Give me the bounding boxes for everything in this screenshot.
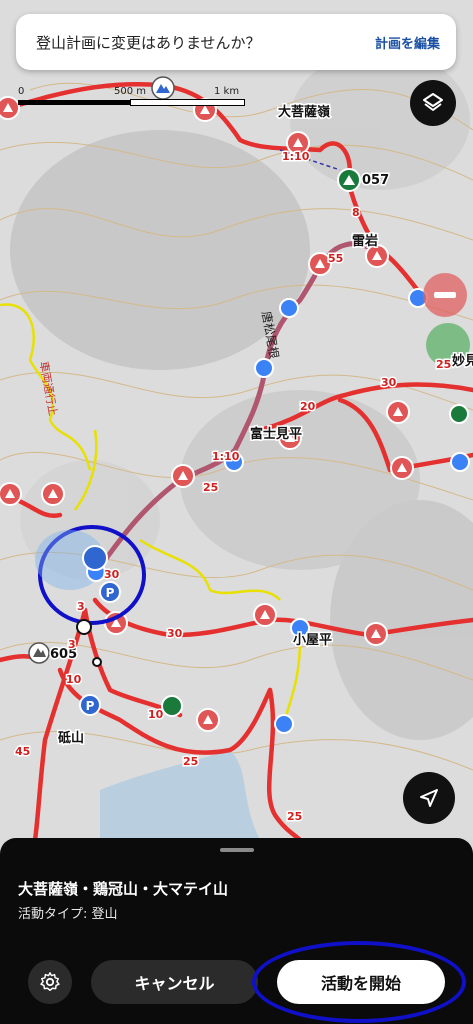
route-time-label: 30 bbox=[104, 568, 120, 581]
sheet-drag-handle[interactable] bbox=[220, 848, 254, 852]
layers-icon bbox=[423, 93, 443, 111]
scale-mid: 500 m bbox=[114, 86, 147, 97]
route-time-label: 25 bbox=[436, 358, 451, 371]
hut-icon[interactable] bbox=[254, 358, 274, 378]
locate-button[interactable] bbox=[403, 772, 455, 824]
route-time-label: 30 bbox=[381, 376, 397, 389]
navigation-arrow-icon bbox=[420, 789, 438, 807]
highlight-ring bbox=[252, 941, 466, 1023]
route-time-label: 30 bbox=[167, 627, 183, 640]
viewpoint-icon[interactable] bbox=[161, 695, 183, 717]
svg-text:P: P bbox=[106, 586, 115, 600]
peak-label-myoken: 妙見 bbox=[452, 353, 473, 369]
gear-icon bbox=[40, 972, 60, 991]
route-time-label: 25 bbox=[183, 755, 198, 768]
route-title: 大菩薩嶺・鶏冠山・大マテイ山 bbox=[18, 880, 229, 898]
scale-start: 0 bbox=[18, 86, 25, 97]
peak-label-toyama: 砥山 bbox=[58, 730, 84, 746]
activity-type: 活動タイプ: 登山 bbox=[18, 907, 118, 922]
route-time-label: 45 bbox=[15, 745, 30, 758]
hut-icon[interactable] bbox=[274, 714, 294, 734]
place-label-fujimidaira: 富士見平 bbox=[250, 426, 302, 442]
settings-button[interactable] bbox=[28, 960, 72, 1004]
route-time-label: 55 bbox=[328, 252, 343, 265]
cancel-button[interactable]: キャンセル bbox=[91, 960, 258, 1004]
peak-label-raiiwa: 雷岩 bbox=[352, 233, 378, 249]
route-time-label: 20 bbox=[300, 400, 316, 413]
map-scale: 0 500 m 1 km bbox=[18, 86, 245, 110]
edit-plan-link[interactable]: 計画を編集 bbox=[375, 33, 440, 52]
route-time-label: 3 bbox=[68, 638, 76, 651]
hut-icon[interactable] bbox=[279, 298, 299, 318]
route-time-label: 1:10 bbox=[282, 150, 310, 163]
svg-text:P: P bbox=[86, 699, 95, 713]
plan-change-banner: 登山計画に変更はありませんか？ 計画を編集 bbox=[16, 14, 456, 70]
route-time-label: 10 bbox=[148, 708, 164, 721]
scale-end: 1 km bbox=[214, 86, 240, 97]
route-time-label: 10 bbox=[66, 673, 82, 686]
banner-message: 登山計画に変更はありませんか？ bbox=[36, 33, 261, 52]
peak-label-daibosatsu: 大菩薩嶺 bbox=[278, 104, 330, 120]
activity-bottom-sheet: 大菩薩嶺・鶏冠山・大マテイ山 活動タイプ: 登山 キャンセル 活動を開始 bbox=[0, 838, 473, 1024]
layers-button[interactable] bbox=[410, 80, 456, 126]
elevation-label: 057 bbox=[362, 173, 389, 188]
route-time-label: 3 bbox=[77, 600, 85, 613]
topographic-map[interactable]: P P 大菩薩嶺 雷岩 富士見平 小屋平 砥山 妙見 057 605 唐松尾根 … bbox=[0, 0, 473, 840]
route-time-label: 8 bbox=[352, 206, 360, 219]
hut-icon[interactable] bbox=[450, 452, 470, 472]
route-time-label: 25 bbox=[287, 810, 302, 823]
place-label-koyadaira: 小屋平 bbox=[293, 633, 332, 648]
peak-icon[interactable] bbox=[449, 404, 469, 424]
route-time-label: 1:10 bbox=[212, 450, 240, 463]
route-time-label: 25 bbox=[203, 481, 218, 494]
